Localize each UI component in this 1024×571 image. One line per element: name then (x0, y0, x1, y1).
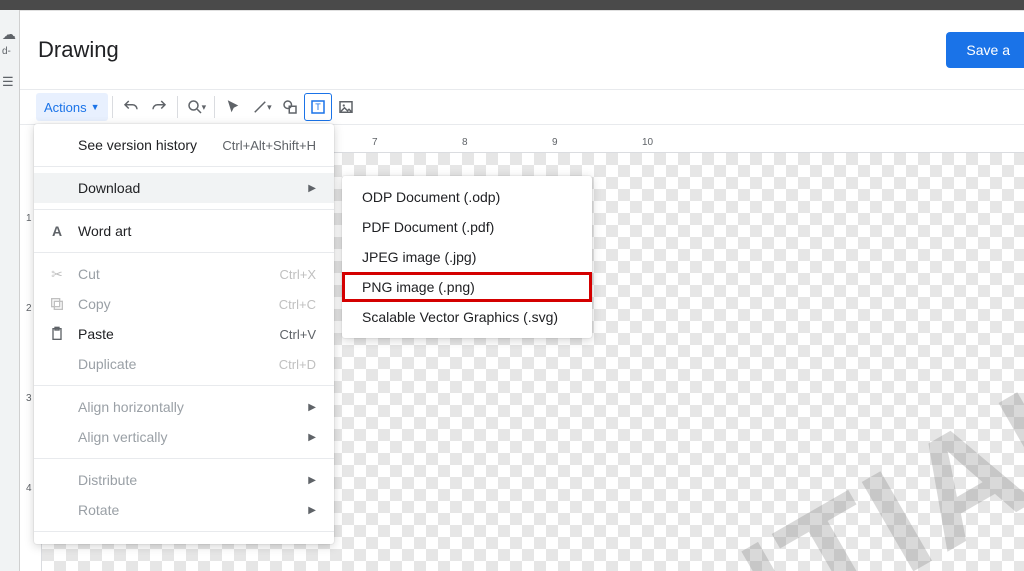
toolbar-separator (177, 96, 178, 118)
image-tool-button[interactable] (332, 93, 360, 121)
menu-item-word-art[interactable]: A Word art (34, 216, 334, 246)
submenu-arrow-icon: ▶ (308, 505, 316, 516)
menu-label: ODP Document (.odp) (362, 189, 500, 205)
outline-icon: ☰ (2, 74, 14, 90)
toolbar-separator (112, 96, 113, 118)
cursor-icon (224, 98, 242, 116)
menu-label: Scalable Vector Graphics (.svg) (362, 309, 558, 325)
menu-item-align-horizontally: Align horizontally ▶ (34, 392, 334, 422)
caret-down-icon: ▾ (202, 102, 207, 113)
ruler-tick: 1 (26, 213, 32, 224)
menu-label: Cut (78, 266, 100, 282)
menu-separator (34, 458, 334, 459)
menu-label: Align horizontally (78, 399, 184, 415)
submenu-arrow-icon: ▶ (308, 402, 316, 413)
menu-item-align-vertically: Align vertically ▶ (34, 422, 334, 452)
image-icon (337, 98, 355, 116)
menu-shortcut: Ctrl+V (280, 327, 316, 342)
shape-tool-button[interactable] (276, 93, 304, 121)
menu-label: Distribute (78, 472, 137, 488)
ruler-tick: 3 (26, 393, 32, 404)
menu-separator (34, 166, 334, 167)
undo-icon (122, 98, 140, 116)
drawing-toolbar: Actions ▼ ▾ ▾ T (20, 89, 1024, 125)
actions-menu: See version history Ctrl+Alt+Shift+H Dow… (34, 124, 334, 544)
ruler-tick: 7 (372, 137, 378, 148)
menu-label: Copy (78, 296, 111, 312)
submenu-item-pdf[interactable]: PDF Document (.pdf) (342, 212, 592, 242)
menu-shortcut: Ctrl+Alt+Shift+H (222, 138, 316, 153)
submenu-item-svg[interactable]: Scalable Vector Graphics (.svg) (342, 302, 592, 332)
menu-label: See version history (78, 137, 197, 153)
svg-text:T: T (315, 102, 321, 112)
menu-label: Duplicate (78, 356, 136, 372)
actions-dropdown-button[interactable]: Actions ▼ (36, 93, 108, 121)
menu-item-paste[interactable]: Paste Ctrl+V (34, 319, 334, 349)
ruler-tick: 4 (26, 483, 32, 494)
menu-label: Paste (78, 326, 114, 342)
caret-down-icon: ▾ (267, 102, 272, 113)
submenu-item-odp[interactable]: ODP Document (.odp) (342, 182, 592, 212)
menu-item-duplicate: Duplicate Ctrl+D (34, 349, 334, 379)
menu-separator (34, 385, 334, 386)
menu-label: JPEG image (.jpg) (362, 249, 476, 265)
menu-item-download[interactable]: Download ▶ (34, 173, 334, 203)
undo-button[interactable] (117, 93, 145, 121)
watermark-text: DENTIAL (468, 330, 1024, 571)
menu-label: Rotate (78, 502, 119, 518)
copy-icon (48, 295, 66, 313)
menu-shortcut: Ctrl+D (279, 357, 316, 372)
menu-label: PNG image (.png) (362, 279, 475, 295)
shape-icon (281, 98, 299, 116)
cloud-icon: ☁ (2, 26, 16, 43)
menu-shortcut: Ctrl+X (280, 267, 316, 282)
textbox-icon: T (309, 98, 327, 116)
redo-button[interactable] (145, 93, 173, 121)
redo-icon (150, 98, 168, 116)
line-tool-button[interactable]: ▾ (247, 93, 276, 121)
menu-item-version-history[interactable]: See version history Ctrl+Alt+Shift+H (34, 130, 334, 160)
menu-item-copy: Copy Ctrl+C (34, 289, 334, 319)
menu-label: Align vertically (78, 429, 167, 445)
save-and-close-button[interactable]: Save a (946, 32, 1024, 68)
dialog-title: Drawing (38, 37, 119, 63)
ruler-tick: 9 (552, 137, 558, 148)
select-tool-button[interactable] (219, 93, 247, 121)
background-doc-left-edge: ☁ d- ☰ (0, 10, 20, 571)
submenu-item-png[interactable]: PNG image (.png) (342, 272, 592, 302)
submenu-arrow-icon: ▶ (308, 183, 316, 194)
menu-label: Download (78, 180, 140, 196)
scissors-icon: ✂ (48, 265, 66, 283)
menu-label: PDF Document (.pdf) (362, 219, 494, 235)
clipboard-icon (48, 325, 66, 343)
menu-item-distribute: Distribute ▶ (34, 465, 334, 495)
caret-down-icon: ▼ (91, 102, 100, 112)
toolbar-separator (214, 96, 215, 118)
ruler-tick: 10 (642, 137, 653, 148)
download-submenu: ODP Document (.odp) PDF Document (.pdf) … (342, 176, 592, 338)
dialog-header: Drawing Save a (20, 11, 1024, 89)
zoom-button[interactable]: ▾ (182, 93, 211, 121)
browser-chrome-bar (0, 0, 1024, 10)
menu-separator (34, 252, 334, 253)
menu-item-cut: ✂ Cut Ctrl+X (34, 259, 334, 289)
menu-label: Word art (78, 223, 131, 239)
submenu-arrow-icon: ▶ (308, 475, 316, 486)
menu-separator (34, 531, 334, 532)
menu-item-rotate: Rotate ▶ (34, 495, 334, 525)
ruler-tick: 2 (26, 303, 32, 314)
menu-separator (34, 209, 334, 210)
menu-shortcut: Ctrl+C (279, 297, 316, 312)
submenu-item-jpg[interactable]: JPEG image (.jpg) (342, 242, 592, 272)
word-art-icon: A (48, 222, 66, 240)
submenu-arrow-icon: ▶ (308, 432, 316, 443)
doc-title-fragment: d- (2, 46, 11, 57)
actions-label: Actions (44, 100, 87, 115)
ruler-tick: 8 (462, 137, 468, 148)
textbox-tool-button[interactable]: T (304, 93, 332, 121)
